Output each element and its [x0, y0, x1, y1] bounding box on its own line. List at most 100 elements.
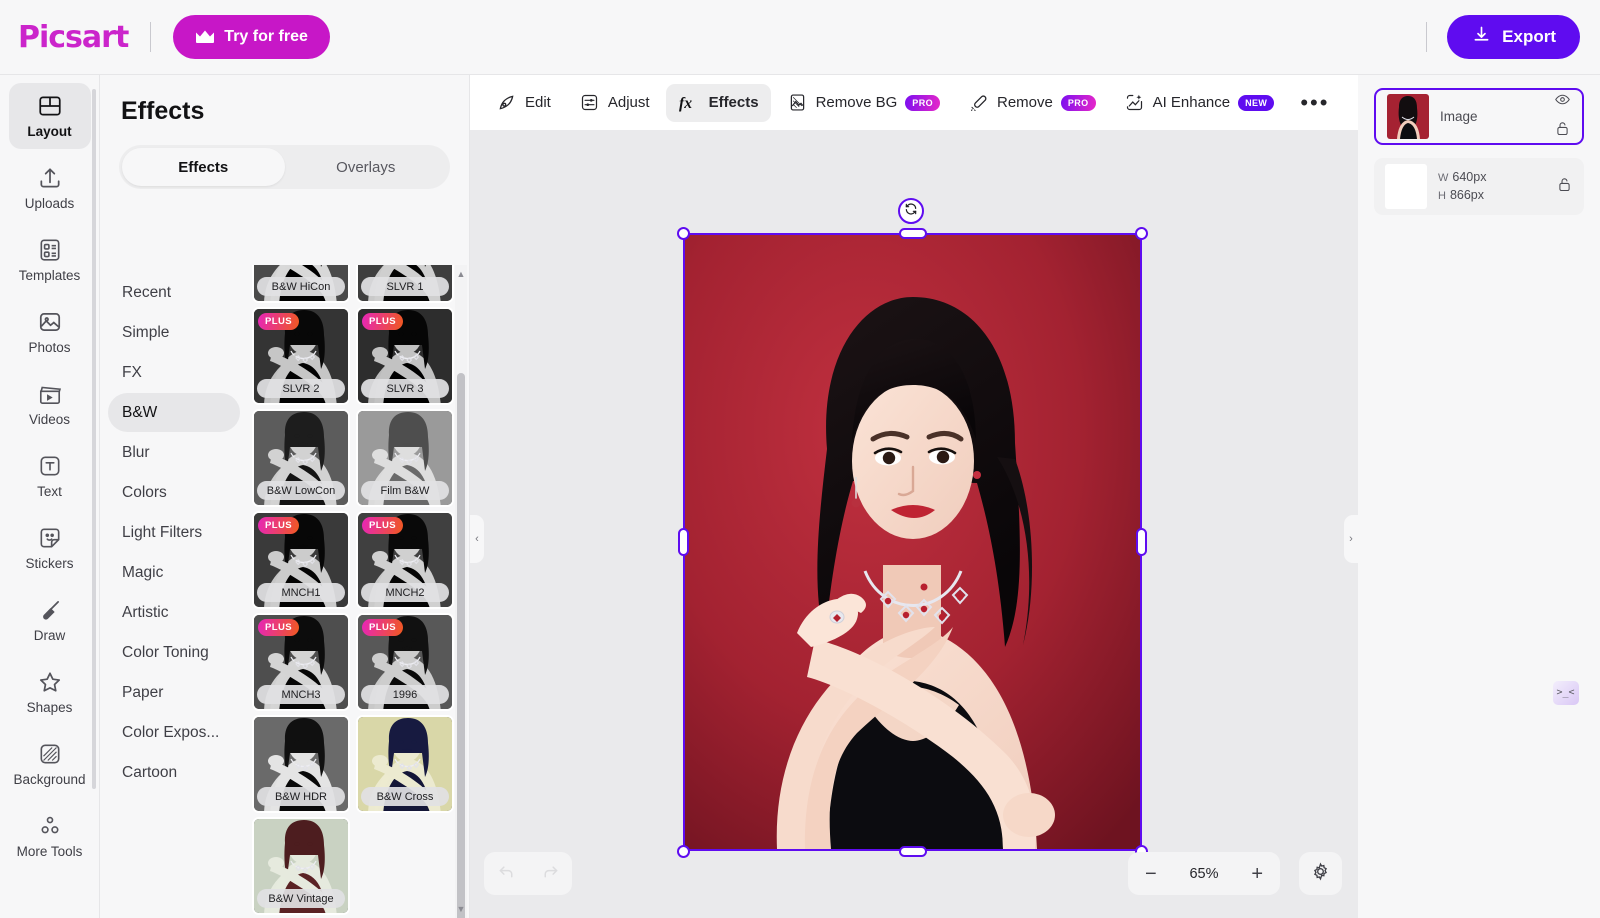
upload-icon [37, 165, 63, 191]
canvas-settings-button[interactable] [1299, 852, 1342, 895]
category-color-exposure[interactable]: Color Expos... [108, 713, 240, 752]
layer-item-image[interactable]: Image [1374, 88, 1584, 145]
toolbar-overflow-button[interactable]: ••• [1290, 90, 1339, 116]
category-simple[interactable]: Simple [108, 313, 240, 352]
sidebar-item-layout[interactable]: Layout [8, 83, 91, 149]
effect-thumbnail[interactable]: PLUS 1996 [356, 613, 454, 711]
zoom-out-button[interactable]: − [1145, 864, 1157, 884]
tool-label-adjust: Adjust [607, 94, 650, 111]
collapse-face-widget[interactable]: >_< [1545, 672, 1586, 713]
zoom-in-button[interactable]: + [1251, 864, 1263, 884]
scroll-down-arrow-icon[interactable]: ▼ [456, 904, 466, 914]
effect-name: B&W Cross [361, 787, 449, 806]
tool-adjust[interactable]: Adjust [567, 84, 662, 122]
effects-scrollbar[interactable]: ▲ ▼ [455, 265, 467, 918]
badge-plus: PLUS [362, 313, 403, 330]
resize-handle-top-center[interactable] [899, 228, 927, 239]
effect-thumbnail[interactable]: PLUS MNCH3 [252, 613, 350, 711]
tool-edit[interactable]: Edit [484, 84, 563, 122]
sidebar-item-shapes[interactable]: Shapes [9, 659, 91, 725]
canvas-area[interactable]: ‹ › − 65% + [470, 130, 1358, 918]
templates-icon [37, 237, 63, 263]
eye-icon[interactable] [1554, 91, 1571, 113]
unlock-icon[interactable] [1556, 176, 1573, 198]
effect-thumbnail[interactable]: PLUS SLVR 2 [252, 307, 350, 405]
effect-thumbnail[interactable]: PLUS MNCH1 [252, 511, 350, 609]
layer-item-canvas[interactable]: W 640px H 866px [1374, 158, 1584, 215]
category-colors[interactable]: Colors [108, 473, 240, 512]
effect-name: B&W Vintage [257, 889, 345, 908]
zoom-level-value[interactable]: 65% [1189, 866, 1218, 882]
export-button[interactable]: Export [1447, 15, 1580, 59]
effect-thumbnail[interactable]: Film B&W [356, 409, 454, 507]
sidebar-item-photos[interactable]: Photos [9, 299, 91, 365]
sidebar-label-background: Background [13, 772, 86, 787]
download-icon [1471, 24, 1492, 50]
category-magic[interactable]: Magic [108, 553, 240, 592]
sidebar-item-templates[interactable]: Templates [9, 227, 91, 293]
sidebar-label-photos: Photos [28, 340, 71, 355]
redo-button[interactable] [528, 852, 572, 895]
layer-name-image: Image [1440, 109, 1478, 124]
collapse-right-panel-button[interactable]: › [1344, 515, 1358, 563]
resize-handle-middle-left[interactable] [678, 528, 689, 556]
crown-icon [195, 29, 215, 45]
tool-effects[interactable]: fx Effects [665, 83, 771, 122]
category-recent[interactable]: Recent [108, 273, 240, 312]
collapse-left-panel-button[interactable]: ‹ [470, 515, 484, 563]
resize-handle-middle-right[interactable] [1136, 528, 1147, 556]
sidebar-item-stickers[interactable]: Stickers [9, 515, 91, 581]
category-light-filters[interactable]: Light Filters [108, 513, 240, 552]
category-color-toning[interactable]: Color Toning [108, 633, 240, 672]
edit-icon [496, 92, 517, 113]
text-icon [37, 453, 63, 479]
artboard[interactable] [685, 235, 1140, 849]
effect-thumbnail[interactable]: B&W HiCon [252, 265, 350, 303]
category-paper[interactable]: Paper [108, 673, 240, 712]
category-blur[interactable]: Blur [108, 433, 240, 472]
sidebar-item-background[interactable]: Background [9, 731, 91, 797]
more-tools-icon [37, 813, 63, 839]
layer-thumbnail-canvas [1385, 164, 1427, 209]
chevron-left-icon: ‹ [475, 533, 479, 545]
unlock-icon[interactable] [1554, 120, 1571, 142]
category-artistic[interactable]: Artistic [108, 593, 240, 632]
badge-plus: PLUS [362, 517, 403, 534]
category-bw[interactable]: B&W [108, 393, 240, 432]
effect-thumbnail[interactable]: PLUS MNCH2 [356, 511, 454, 609]
rotate-icon [904, 202, 918, 221]
effect-thumbnail[interactable]: B&W LowCon [252, 409, 350, 507]
category-fx[interactable]: FX [108, 353, 240, 392]
sidebar-item-uploads[interactable]: Uploads [9, 155, 91, 221]
badge-plus: PLUS [258, 619, 299, 636]
sidebar-item-more-tools[interactable]: More Tools [9, 803, 91, 869]
try-for-free-button[interactable]: Try for free [173, 15, 330, 59]
undo-button[interactable] [484, 852, 528, 895]
tool-remove-bg[interactable]: Remove BG PRO [775, 84, 952, 122]
resize-handle-top-right[interactable] [1135, 227, 1148, 240]
effect-thumbnail[interactable]: PLUS SLVR 3 [356, 307, 454, 405]
tab-overlays[interactable]: Overlays [285, 148, 448, 186]
tool-ai-enhance[interactable]: AI Enhance NEW [1112, 84, 1287, 122]
effect-thumbnail[interactable]: B&W Vintage [252, 817, 350, 915]
sidebar-item-text[interactable]: Text [9, 443, 91, 509]
effect-thumbnail[interactable]: B&W Cross [356, 715, 454, 813]
tool-remove[interactable]: Remove PRO [956, 84, 1108, 122]
tool-label-effects: Effects [708, 94, 759, 111]
effect-thumbnail[interactable]: PLUSSLVR 1 [356, 265, 454, 303]
category-cartoon[interactable]: Cartoon [108, 753, 240, 792]
effect-thumbnail[interactable]: B&W HDR [252, 715, 350, 813]
resize-handle-top-left[interactable] [677, 227, 690, 240]
picsart-logo[interactable]: Picsart [18, 20, 129, 55]
tab-effects[interactable]: Effects [122, 148, 285, 186]
resize-handle-bottom-left[interactable] [677, 845, 690, 858]
rotate-handle[interactable] [898, 198, 924, 224]
resize-handle-bottom-center[interactable] [899, 846, 927, 857]
scrollbar-thumb[interactable] [457, 373, 465, 918]
scroll-up-arrow-icon[interactable]: ▲ [456, 269, 466, 279]
tool-label-remove: Remove [997, 94, 1053, 111]
image-toolbar: Edit Adjust fx Effects Remove BG PRO Rem… [470, 75, 1358, 130]
rail-scrollbar[interactable] [92, 89, 96, 789]
sidebar-item-draw[interactable]: Draw [9, 587, 91, 653]
sidebar-item-videos[interactable]: Videos [9, 371, 91, 437]
